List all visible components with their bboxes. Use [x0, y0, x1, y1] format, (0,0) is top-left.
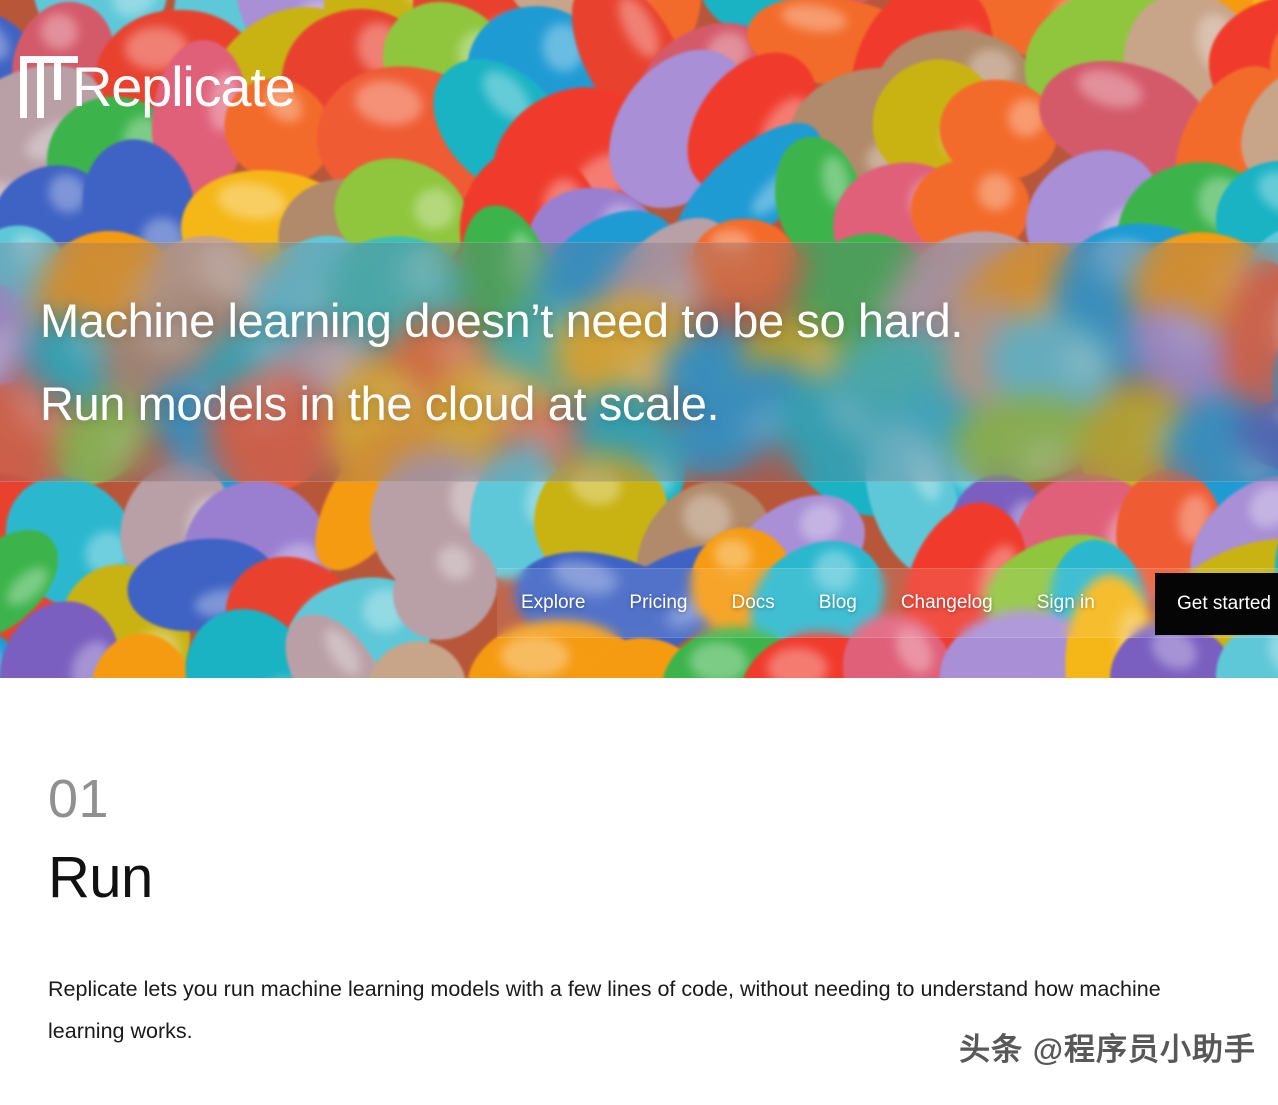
nav-links: Explore Pricing Docs Blog Changelog Sign… [497, 569, 1117, 637]
hero-section: Machine learning doesn’t need to be so h… [0, 0, 1278, 678]
brand-logo[interactable]: Replicate [20, 55, 296, 118]
get-started-button-label: Get started [1177, 593, 1271, 614]
replicate-logo-mark-icon [20, 56, 78, 118]
hero-headline-line-2: Run models in the cloud at scale. [40, 377, 720, 430]
section-subheading: Use our Python library: [48, 1096, 1230, 1105]
nav-item-blog[interactable]: Blog [797, 568, 879, 638]
main-navigation: Explore Pricing Docs Blog Changelog Sign… [497, 568, 1278, 638]
nav-item-pricing[interactable]: Pricing [607, 568, 709, 638]
nav-item-sign-in[interactable]: Sign in [1015, 568, 1117, 638]
hero-headline-line-1: Machine learning doesn’t need to be so h… [40, 294, 964, 347]
watermark: 头条 @程序员小助手 [959, 1032, 1256, 1067]
brand-logo-wordmark: Replicate [72, 55, 296, 118]
section-title: Run [48, 845, 153, 910]
nav-item-docs[interactable]: Docs [710, 568, 797, 638]
section-number: 01 [48, 769, 110, 829]
nav-item-explore[interactable]: Explore [497, 568, 607, 638]
get-started-button[interactable]: Get started [1155, 573, 1278, 635]
nav-item-changelog[interactable]: Changelog [879, 568, 1015, 638]
page-root: Machine learning doesn’t need to be so h… [0, 0, 1278, 1105]
hero-headline-band: Machine learning doesn’t need to be so h… [0, 242, 1278, 482]
